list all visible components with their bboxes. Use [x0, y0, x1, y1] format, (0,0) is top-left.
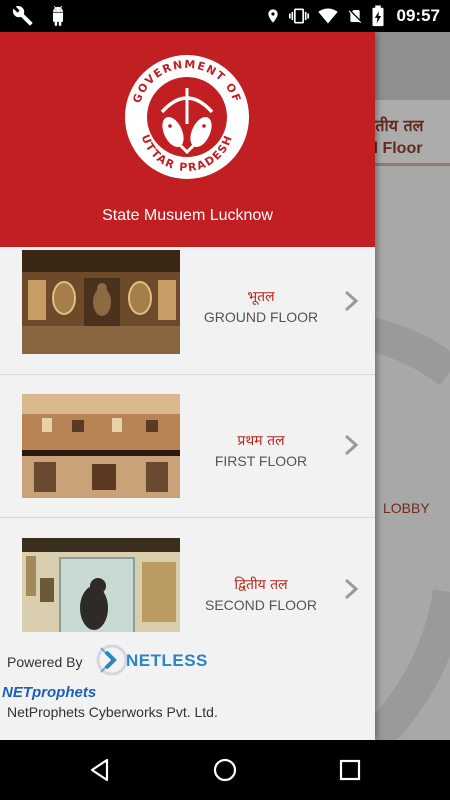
floor-item-ground[interactable]: भूतल GROUND FLOOR	[0, 244, 375, 375]
drawer-header: GOVERNMENT OF UTTAR PRADESH State Musuem…	[0, 32, 375, 247]
drawer-footer: Powered By NETLESS NETprophets	[0, 632, 375, 740]
up-government-emblem: GOVERNMENT OF UTTAR PRADESH	[125, 55, 249, 179]
second-floor-hindi-label: द्वितीय तल	[234, 577, 288, 593]
second-floor-labels: द्वितीय तल SECOND FLOOR	[190, 575, 332, 613]
netprophets-wordmark: NETprophets	[2, 684, 97, 701]
back-icon[interactable]	[87, 757, 113, 783]
first-floor-labels: प्रथम तल FIRST FLOOR	[190, 431, 332, 469]
chevron-right-icon	[344, 434, 359, 456]
system-nav-bar	[0, 740, 450, 800]
first-floor-english-label: FIRST FLOOR	[214, 453, 308, 469]
floor-item-first[interactable]: प्रथम तल FIRST FLOOR	[0, 375, 375, 518]
chevron-right-icon	[344, 290, 359, 312]
company-name: NetProphets Cyberworks Pvt. Ltd.	[7, 704, 218, 720]
netless-wave-icon	[96, 644, 128, 676]
android-debug-icon	[53, 6, 63, 27]
navigation-drawer: GOVERNMENT OF UTTAR PRADESH State Musuem…	[0, 32, 375, 740]
wrench-icon	[12, 6, 33, 26]
location-icon	[267, 9, 278, 23]
drawer-title: State Musuem Lucknow	[102, 207, 273, 224]
ground-floor-english-label: GROUND FLOOR	[203, 309, 319, 325]
second-floor-english-label: SECOND FLOOR	[204, 597, 317, 613]
status-bar: 09:57	[0, 0, 450, 32]
chevron-right-icon	[344, 578, 359, 600]
battery-charging-icon	[372, 5, 384, 27]
ground-floor-labels: भूतल GROUND FLOOR	[190, 287, 332, 325]
vibrate-icon	[288, 8, 309, 24]
ground-floor-photo	[22, 250, 180, 354]
first-floor-hindi-label: प्रथम तल	[237, 433, 285, 449]
recents-icon[interactable]	[337, 757, 363, 783]
first-floor-photo	[22, 394, 180, 498]
second-floor-photo	[22, 538, 180, 642]
home-icon[interactable]	[212, 757, 238, 783]
netless-wordmark: NETLESS	[126, 651, 208, 670]
netless-logo: NETLESS	[96, 640, 216, 680]
powered-by-label: Powered By	[7, 654, 83, 670]
ground-floor-hindi-label: भूतल	[247, 289, 275, 305]
clock-time: 09:57	[396, 6, 440, 25]
no-sim-icon	[348, 10, 361, 24]
wifi-icon	[317, 8, 338, 24]
